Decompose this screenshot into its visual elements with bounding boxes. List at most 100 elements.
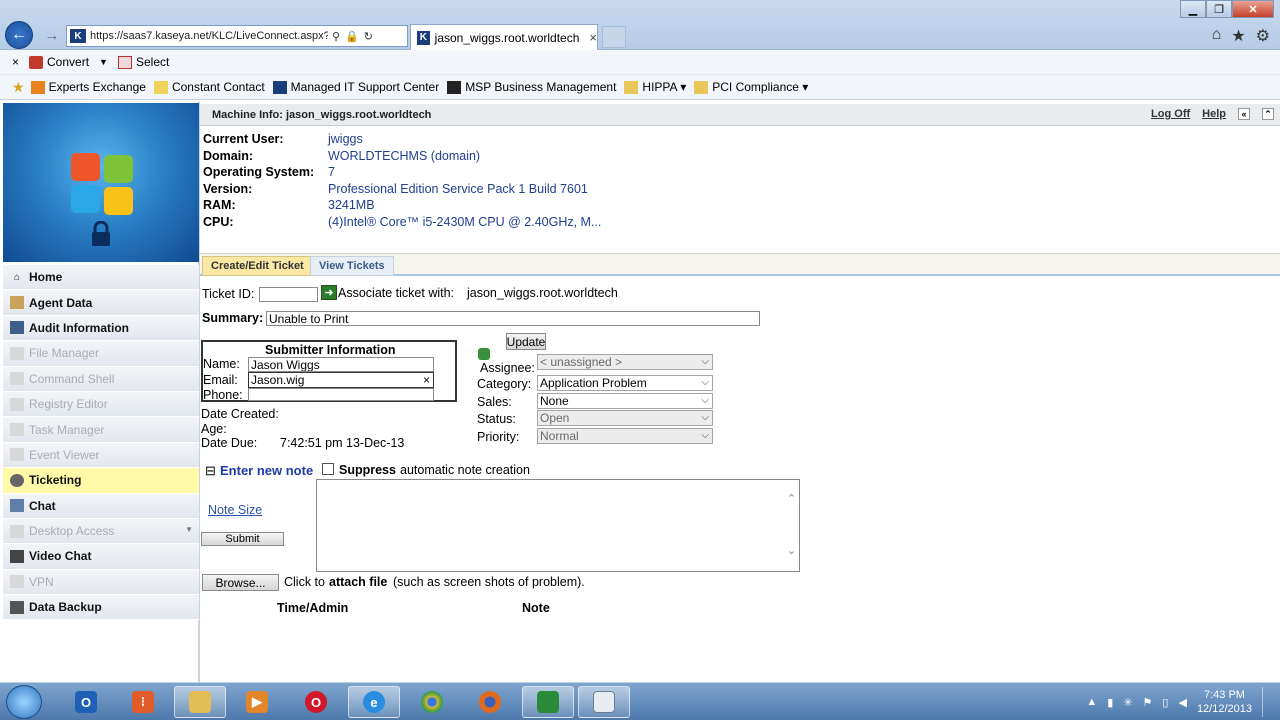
new-tab-button[interactable] [602, 26, 626, 48]
favorite-label: HIPPA ▾ [642, 80, 687, 94]
signal-icon[interactable]: ▮ [1107, 696, 1113, 709]
clear-input-icon[interactable]: × [423, 373, 430, 387]
show-desktop-button[interactable] [1262, 687, 1272, 717]
attach-file-link[interactable]: attach file [329, 575, 387, 589]
favorites-bar: ★ Experts Exchange Constant Contact Mana… [0, 75, 1280, 100]
category-select[interactable]: Application Problem ⌵ [537, 375, 713, 391]
favorites-star-icon[interactable]: ★ [12, 79, 25, 96]
sidebar-item-chat[interactable]: Chat [3, 493, 199, 519]
close-window-button[interactable]: ✕ [1232, 0, 1274, 18]
start-button[interactable] [6, 685, 42, 719]
go-arrow-icon[interactable]: ➜ [321, 285, 337, 300]
favorite-constant-contact[interactable]: Constant Contact [153, 80, 265, 94]
vpn-icon [10, 575, 24, 589]
sidebar-item-command-shell[interactable]: Command Shell [3, 366, 199, 392]
sidebar-item-audit-information[interactable]: Audit Information [3, 315, 199, 342]
suppress-checkbox[interactable] [322, 463, 334, 475]
date-due-label: Date Due: [201, 436, 258, 450]
sidebar-item-data-backup[interactable]: Data Backup [3, 595, 199, 621]
scroll-up-icon[interactable]: ⌃ [787, 492, 796, 505]
taskbar-window[interactable] [578, 686, 630, 718]
maximize-button[interactable]: ❐ [1206, 0, 1232, 18]
sidebar-item-home[interactable]: ⌂ Home [3, 265, 199, 291]
tab-close-icon[interactable]: × [589, 30, 597, 45]
favorite-folder-hippa[interactable]: HIPPA ▾ [624, 80, 686, 94]
summary-input[interactable]: Unable to Print [266, 311, 760, 326]
collapse-note-icon[interactable]: ⊟ [205, 463, 216, 479]
sidebar-item-registry-editor[interactable]: Registry Editor [3, 391, 199, 418]
note-textarea[interactable]: ⌃ ⌄ [316, 479, 800, 572]
kaseya-icon: K [70, 29, 86, 43]
taskbar-firefox[interactable] [464, 686, 516, 718]
taskbar-apps[interactable]: ⁝ [117, 686, 169, 718]
sidebar-item-agent-data[interactable]: Agent Data [3, 290, 199, 316]
assignee-user-icon[interactable] [478, 348, 490, 360]
sidebar-item-video-chat[interactable]: Video Chat [3, 544, 199, 570]
enter-new-note-link[interactable]: Enter new note [220, 463, 313, 478]
refresh-icon[interactable]: ↻ [364, 30, 373, 43]
email-input[interactable]: Jason.wig × [248, 372, 434, 388]
back-button[interactable]: ← [5, 21, 33, 49]
sidebar-item-file-manager[interactable]: File Manager [3, 341, 199, 367]
favorite-msp[interactable]: MSP Business Management [447, 80, 616, 94]
note-size-link[interactable]: Note Size [208, 503, 262, 517]
network-icon[interactable]: ✳ [1123, 696, 1132, 709]
assignee-select[interactable]: < unassigned > ⌵ [537, 354, 713, 370]
collapse-up-icon[interactable]: ⌃ [1262, 108, 1274, 120]
taskbar-chrome[interactable] [406, 686, 458, 718]
sidebar-item-ticketing[interactable]: Ticketing [3, 468, 199, 494]
taskbar-ie[interactable]: e [348, 686, 400, 718]
sidebar-item-event-viewer[interactable]: Event Viewer [3, 442, 199, 469]
taskbar-media[interactable]: ▶ [231, 686, 283, 718]
address-text[interactable]: https://saas7.kaseya.net/KLC/LiveConnect… [90, 30, 328, 42]
summary-label: Summary: [202, 311, 264, 325]
close-toolbar-icon[interactable]: × [12, 55, 19, 69]
favorite-managed-it[interactable]: Managed IT Support Center [272, 80, 439, 94]
favorite-folder-pci[interactable]: PCI Compliance ▾ [694, 80, 808, 94]
sidebar-item-vpn[interactable]: VPN [3, 569, 199, 596]
phone-input[interactable] [248, 388, 434, 401]
sidebar-item-desktop-access[interactable]: Desktop Access ▼ [3, 518, 199, 545]
sidebar-item-task-manager[interactable]: Task Manager [3, 417, 199, 443]
taskbar-outlook[interactable]: O [60, 686, 112, 718]
browser-tab-active[interactable]: K jason_wiggs.root.worldtech × [410, 24, 598, 50]
status-select[interactable]: Open ⌵ [537, 410, 713, 426]
submit-button[interactable]: Submit [201, 532, 284, 546]
show-hidden-icons[interactable]: ▲ [1086, 696, 1097, 708]
sales-select[interactable]: None ⌵ [537, 393, 713, 409]
tab-create-edit-ticket[interactable]: Create/Edit Ticket [202, 256, 313, 276]
taskbar-opera[interactable]: O [290, 686, 342, 718]
agent-data-icon [10, 296, 24, 310]
minimize-button[interactable]: ▁ [1180, 0, 1206, 18]
log-off-link[interactable]: Log Off [1151, 108, 1190, 120]
battery-icon[interactable]: ▯ [1162, 696, 1168, 709]
volume-icon[interactable]: ◀ [1178, 696, 1186, 709]
browse-button[interactable]: Browse... [202, 574, 279, 591]
priority-select[interactable]: Normal ⌵ [537, 428, 713, 444]
select-button[interactable]: Select [117, 55, 169, 69]
ticket-id-input[interactable] [259, 287, 318, 302]
taskbar-kaseya-live[interactable] [522, 686, 574, 718]
home-icon[interactable]: ⌂ [1212, 26, 1222, 46]
name-input[interactable]: Jason Wiggs [248, 357, 434, 372]
taskbar-explorer[interactable] [174, 686, 226, 718]
associate-value: jason_wiggs.root.worldtech [467, 286, 618, 300]
favorite-experts-exchange[interactable]: Experts Exchange [30, 80, 146, 94]
collapse-left-icon[interactable]: « [1238, 108, 1250, 120]
convert-button[interactable]: Convert ▼ [29, 55, 108, 69]
flag-icon[interactable]: ⚑ [1143, 696, 1153, 709]
help-link[interactable]: Help [1202, 108, 1226, 120]
forward-button[interactable]: → [38, 21, 66, 49]
settings-gear-icon[interactable]: ⚙ [1256, 26, 1270, 46]
search-icon[interactable]: ⚲ [332, 30, 340, 43]
chevron-down-icon: ⌵ [701, 412, 709, 423]
lock-icon[interactable]: 🔒 [345, 30, 359, 43]
favorites-star-icon[interactable]: ★ [1231, 26, 1245, 46]
update-button[interactable]: Update [506, 333, 546, 350]
chevron-down-icon[interactable]: ▼ [99, 57, 108, 67]
address-bar[interactable]: K https://saas7.kaseya.net/KLC/LiveConne… [66, 25, 408, 47]
tab-view-tickets[interactable]: View Tickets [310, 256, 394, 276]
scroll-down-icon[interactable]: ⌄ [787, 544, 796, 557]
chevron-down-icon[interactable]: ▼ [185, 525, 193, 534]
clock[interactable]: 7:43 PM 12/12/2013 [1197, 688, 1252, 716]
